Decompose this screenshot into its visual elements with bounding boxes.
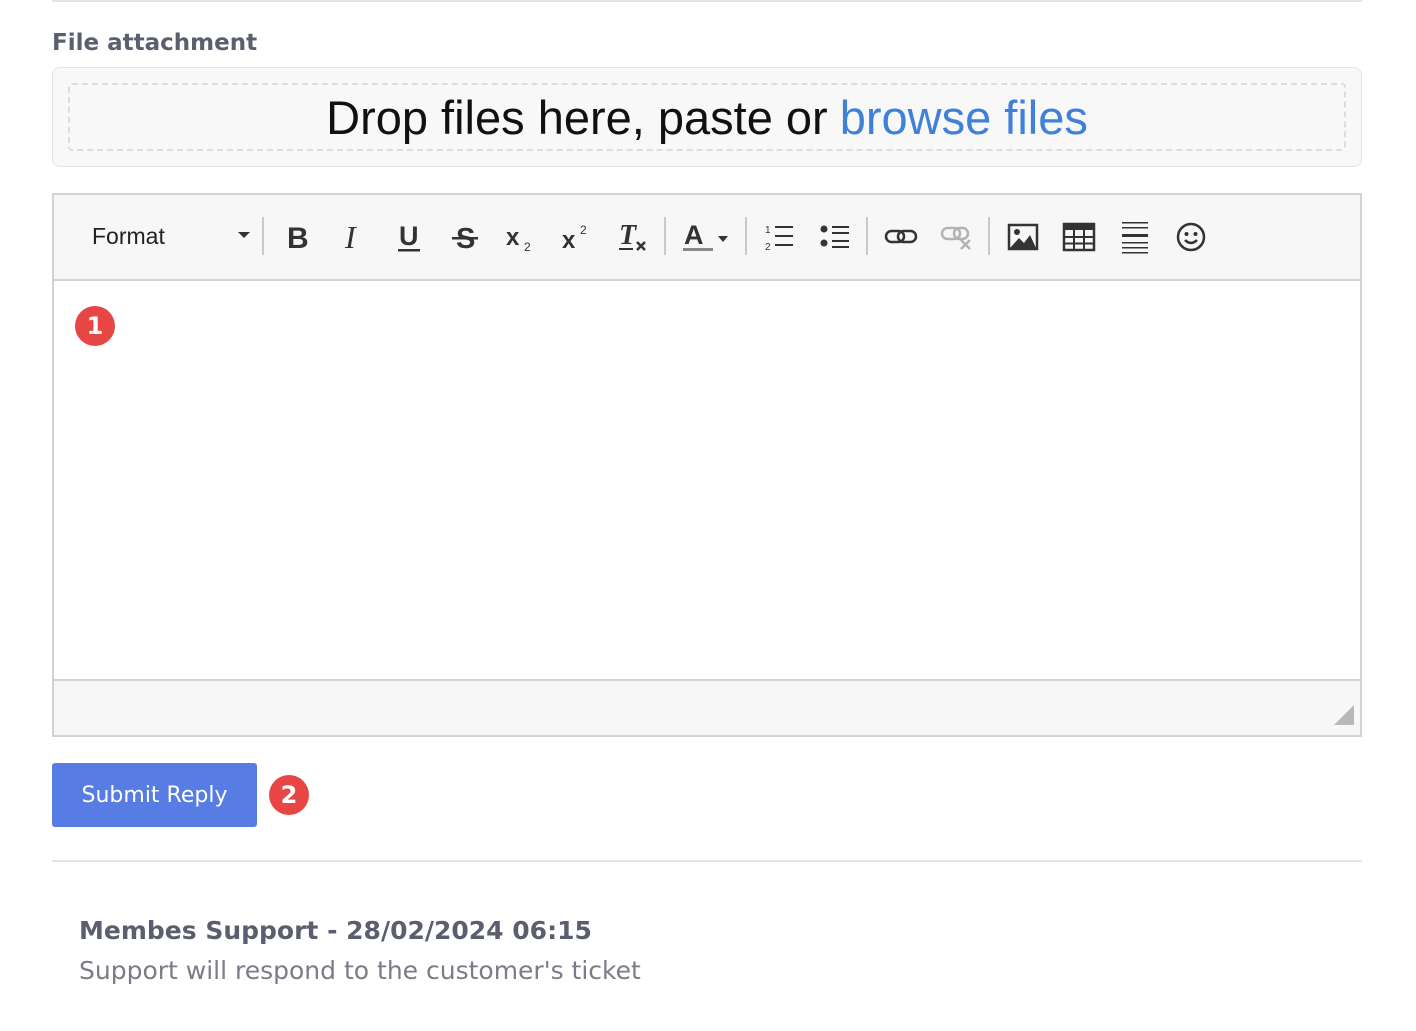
- format-dropdown-label: Format: [92, 222, 165, 249]
- bulleted-list-icon: [820, 225, 849, 248]
- chevron-down-icon: [238, 232, 250, 238]
- remove-format-icon: T: [619, 220, 646, 251]
- submit-reply-button[interactable]: Submit Reply: [52, 763, 257, 827]
- editor-content-area[interactable]: [54, 281, 1360, 681]
- toolbar-separator: [988, 217, 990, 255]
- message-body: Support will respond to the customer's t…: [79, 956, 641, 985]
- svg-text:2: 2: [524, 240, 531, 253]
- image-icon: [1007, 223, 1039, 251]
- editor-status-bar: [54, 679, 1360, 735]
- horizontal-line-button[interactable]: [1113, 215, 1157, 259]
- toolbar-separator: [262, 217, 264, 255]
- bottom-divider: [52, 860, 1362, 862]
- subscript-button[interactable]: x2: [499, 215, 543, 259]
- underline-button[interactable]: U: [387, 215, 431, 259]
- strikethrough-icon: S: [452, 223, 478, 253]
- bold-icon: B: [287, 222, 309, 253]
- svg-text:T: T: [619, 220, 638, 251]
- toolbar-separator: [664, 217, 666, 255]
- underline-icon: U: [398, 221, 420, 252]
- bold-button[interactable]: B: [275, 215, 319, 259]
- insert-image-button[interactable]: [1001, 215, 1045, 259]
- subscript-icon: x2: [506, 224, 531, 253]
- svg-text:1: 1: [765, 225, 771, 236]
- table-icon: [1062, 222, 1096, 252]
- svg-text:A: A: [684, 220, 704, 250]
- file-dropzone[interactable]: Drop files here, paste or browse files: [52, 67, 1362, 167]
- italic-button[interactable]: I: [331, 215, 375, 259]
- dropzone-area[interactable]: Drop files here, paste or browse files: [68, 83, 1346, 151]
- file-attachment-label: File attachment: [52, 30, 258, 56]
- remove-format-button[interactable]: T: [611, 215, 655, 259]
- annotation-badge-2: 2: [269, 775, 309, 815]
- italic-icon: I: [344, 221, 357, 253]
- horizontal-line-icon: [1122, 222, 1148, 254]
- resize-handle[interactable]: [1334, 705, 1354, 725]
- emoji-button[interactable]: [1169, 215, 1213, 259]
- format-dropdown[interactable]: Format: [80, 213, 250, 259]
- superscript-icon: x2: [562, 223, 587, 253]
- text-color-button[interactable]: A: [680, 215, 734, 259]
- unlink-button[interactable]: [935, 215, 979, 259]
- message-header: Membes Support - 28/02/2024 06:15: [79, 916, 592, 945]
- emoji-icon: [1176, 222, 1206, 252]
- svg-text:2: 2: [765, 242, 771, 253]
- annotation-badge-1: 1: [75, 306, 115, 346]
- numbered-list-button[interactable]: 12: [757, 215, 801, 259]
- top-divider: [52, 0, 1362, 2]
- browse-files-link[interactable]: browse files: [840, 90, 1088, 145]
- link-icon: [884, 229, 918, 244]
- svg-text:I: I: [344, 221, 357, 253]
- rich-text-editor: Format B I U S x2 x2 T A 12: [52, 193, 1362, 737]
- svg-text:x: x: [562, 227, 576, 253]
- strikethrough-button[interactable]: S: [443, 215, 487, 259]
- toolbar-separator: [866, 217, 868, 255]
- svg-text:x: x: [506, 224, 520, 251]
- unlink-icon: [940, 226, 971, 250]
- svg-text:U: U: [399, 221, 419, 251]
- link-button[interactable]: [879, 215, 923, 259]
- superscript-button[interactable]: x2: [555, 215, 599, 259]
- svg-text:B: B: [287, 222, 309, 253]
- bulleted-list-button[interactable]: [813, 215, 857, 259]
- text-color-icon: A: [683, 220, 728, 251]
- insert-table-button[interactable]: [1057, 215, 1101, 259]
- toolbar-separator: [745, 217, 747, 255]
- editor-toolbar: Format B I U S x2 x2 T A 12: [54, 195, 1360, 281]
- numbered-list-icon: 12: [765, 225, 793, 253]
- svg-text:2: 2: [580, 223, 587, 237]
- dropzone-text: Drop files here, paste or: [326, 90, 828, 144]
